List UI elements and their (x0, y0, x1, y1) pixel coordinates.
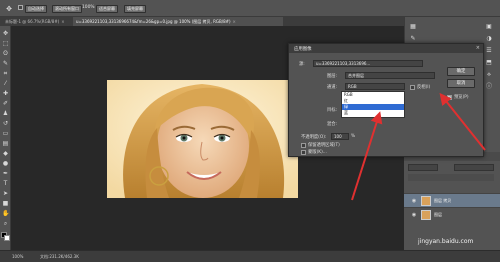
channel-select[interactable]: RGB (345, 83, 405, 90)
close-icon[interactable]: × (61, 19, 64, 24)
zoom-icon[interactable]: ⌕ (2, 220, 9, 227)
layer-name: 图层 拷贝 (434, 198, 452, 203)
blend-mode-select[interactable] (408, 164, 438, 171)
blur-icon[interactable]: ◆ (2, 150, 9, 157)
close-icon[interactable]: × (476, 45, 480, 51)
preview-checkbox[interactable] (447, 95, 452, 100)
lock-row (408, 174, 494, 181)
dialog-titlebar[interactable]: 应用图像 × (289, 44, 483, 53)
move-icon[interactable]: ✥ (2, 30, 9, 37)
invert-label: 反相(I) (417, 85, 431, 90)
tab-untitled[interactable]: 未标题-1 @ 66.7%(RGB/8#) × (2, 17, 72, 26)
preserve-transparency-label: 保留透明区域(T) (308, 143, 340, 148)
visibility-eye-icon[interactable]: ◉ (410, 212, 418, 218)
watermark-text: jingyan.baidu.com (418, 238, 474, 245)
portrait-image (107, 80, 298, 198)
ok-button[interactable]: 确定 (447, 67, 475, 76)
tab-label: 未标题-1 @ 66.7%(RGB/8#) (5, 19, 60, 24)
photo-canvas[interactable] (107, 80, 298, 198)
channel-option-blue[interactable]: 蓝 (342, 110, 404, 116)
source-select[interactable]: u=3369221103,3313696... (313, 60, 423, 67)
crop-icon[interactable]: ⌗ (2, 70, 9, 77)
styles-icon[interactable]: ☰ (485, 47, 493, 55)
dialog-title: 应用图像 (294, 47, 312, 52)
brush-icon[interactable]: ✐ (2, 100, 9, 107)
quick-select-icon[interactable]: ✎ (2, 60, 9, 67)
marquee-icon[interactable]: ⬚ (2, 40, 9, 47)
preview-label: 预览(P) (454, 95, 469, 100)
opacity-label: 不透明度(O): (301, 135, 327, 140)
source-label: 源: (299, 62, 305, 67)
close-icon[interactable]: × (233, 19, 236, 24)
opacity-field[interactable] (454, 164, 494, 171)
stamp-icon[interactable]: ♟ (2, 110, 9, 117)
adjustments-icon[interactable]: ◑ (485, 35, 493, 43)
channel-dropdown-list: RGB 红 绿 蓝 (341, 91, 405, 118)
path-select-icon[interactable]: ➤ (2, 190, 9, 197)
shape-icon[interactable]: ■ (2, 200, 9, 207)
layer-name: 图层 (434, 212, 442, 217)
scroll-all-windows-button[interactable]: 滚动所有窗口 (52, 5, 82, 13)
auto-select-button[interactable]: 自动选择 (25, 5, 47, 13)
dodge-icon[interactable]: ● (2, 160, 9, 167)
fit-screen-button[interactable]: 适合屏幕 (96, 5, 118, 13)
channel-label: 通道: (327, 85, 338, 90)
layer-select[interactable]: 合并图层 (345, 72, 435, 79)
status-doc-size: 文档:231.2K/462.3K (40, 254, 79, 259)
fill-screen-button[interactable]: 填充屏幕 (124, 5, 146, 13)
auto-select-checkbox[interactable] (18, 5, 23, 10)
opacity-input[interactable]: 100 (331, 133, 349, 140)
libraries-icon[interactable]: ⬒ (485, 59, 493, 67)
background-color-swatch[interactable] (4, 235, 10, 241)
pen-icon[interactable]: ✒ (2, 170, 9, 177)
visibility-eye-icon[interactable]: ◉ (410, 198, 418, 204)
layers-panel: ◉ 图层 拷贝 ◉ 图层 (404, 152, 500, 250)
layer-comps-icon[interactable]: ⟡ (485, 71, 493, 79)
lasso-icon[interactable]: ʘ (2, 50, 9, 57)
history-icon[interactable]: ▦ (409, 23, 417, 31)
mask-checkbox[interactable] (301, 150, 306, 155)
invert-checkbox[interactable] (410, 85, 415, 90)
eyedropper-icon[interactable]: ⁄ (2, 80, 9, 87)
hand-icon[interactable]: ✋ (2, 210, 9, 217)
cancel-button[interactable]: 取消 (447, 79, 475, 88)
swatches-icon[interactable]: ▣ (485, 23, 493, 31)
layer-thumbnail (421, 210, 431, 220)
healing-icon[interactable]: ✚ (2, 90, 9, 97)
layer-row-copy[interactable]: ◉ 图层 拷贝 (404, 193, 500, 207)
gradient-icon[interactable]: ▤ (2, 140, 9, 147)
history-brush-icon[interactable]: ↺ (2, 120, 9, 127)
layer-row-background[interactable]: ◉ 图层 (404, 207, 500, 221)
blending-label: 混合: (327, 122, 338, 127)
options-bar: ✥ 自动选择 滚动所有窗口 100% 适合屏幕 填充屏幕 (0, 0, 500, 17)
tab-label: u=3369221103,3313696674&fm=26&gp=0.jpg @… (76, 19, 231, 24)
tab-photo[interactable]: u=3369221103,3313696674&fm=26&gp=0.jpg @… (73, 17, 283, 26)
status-bar: 100% 文档:231.2K/462.3K (0, 250, 500, 262)
opacity-unit: % (351, 134, 356, 139)
type-icon[interactable]: T (2, 180, 9, 187)
brush-panel-icon[interactable]: ✎ (409, 35, 417, 43)
mask-label: 蒙版(K)... (308, 150, 327, 155)
preserve-transparency-checkbox[interactable] (301, 143, 306, 148)
info-icon[interactable]: ⓘ (485, 83, 493, 91)
layer-label: 图层: (327, 74, 338, 79)
status-zoom: 100% (12, 254, 24, 259)
move-tool-icon[interactable]: ✥ (3, 3, 15, 14)
zoom-value: 100% (82, 5, 95, 10)
layer-thumbnail (421, 196, 431, 206)
eraser-icon[interactable]: ▭ (2, 130, 9, 137)
tools-panel: ✥ ⬚ ʘ ✎ ⌗ ⁄ ✚ ✐ ♟ ↺ ▭ ▤ ◆ ● ✒ T ➤ ■ ✋ ⌕ (0, 26, 11, 250)
target-label: 目标: (327, 108, 338, 113)
